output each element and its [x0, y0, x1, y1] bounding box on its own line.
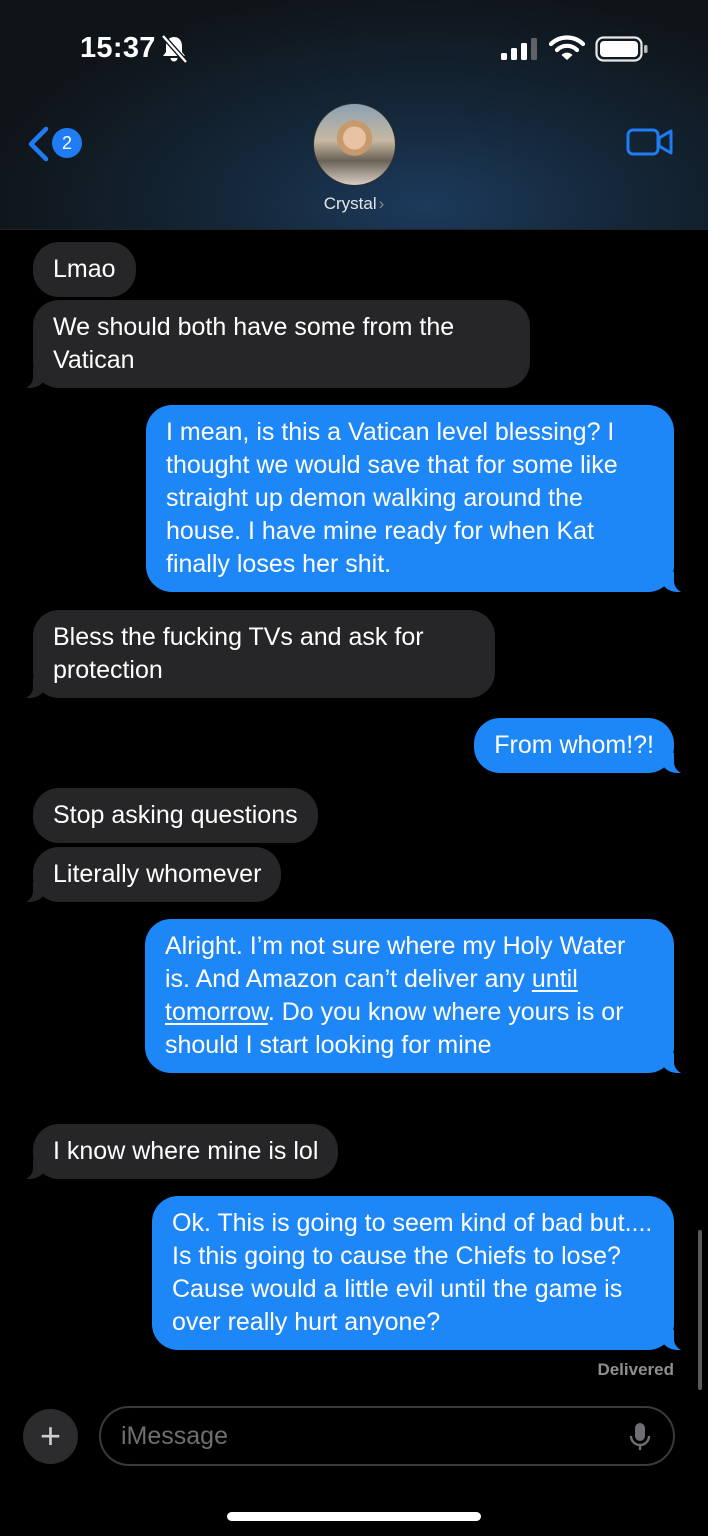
- back-button[interactable]: 2: [24, 122, 84, 162]
- message-text: I know where mine is lol: [53, 1137, 319, 1165]
- message-text: Lmao: [53, 255, 116, 283]
- video-camera-icon[interactable]: [626, 126, 674, 158]
- message-text: Literally whomever: [53, 860, 262, 888]
- unread-badge: 2: [52, 128, 82, 158]
- bell-off-icon: [161, 34, 188, 64]
- contact-avatar[interactable]: [313, 103, 396, 186]
- wifi-icon: [549, 35, 585, 60]
- signal-icon: [501, 38, 537, 60]
- scrollbar[interactable]: [698, 1230, 702, 1390]
- battery-icon: [595, 36, 648, 62]
- home-indicator[interactable]: [227, 1512, 481, 1521]
- message-input-placeholder: iMessage: [121, 1422, 228, 1450]
- status-bar: 15:37: [0, 30, 708, 70]
- message-input[interactable]: iMessage: [99, 1406, 675, 1466]
- back-chevron-icon: [28, 126, 49, 162]
- message-received[interactable]: Stop asking questions: [33, 788, 318, 843]
- plus-icon: +: [39, 1415, 62, 1456]
- message-text: From whom!?!: [494, 731, 654, 759]
- chevron-right-icon: ›: [378, 194, 385, 213]
- message-received[interactable]: I know where mine is lol: [18, 1124, 339, 1180]
- message-sent[interactable]: I mean, is this a Vatican level blessing…: [146, 405, 688, 593]
- message-text: Stop asking questions: [53, 801, 298, 829]
- microphone-icon[interactable]: [629, 1422, 651, 1452]
- message-sent[interactable]: Alright. I’m not sure where my Holy Wate…: [145, 919, 688, 1074]
- add-attachment-button[interactable]: +: [23, 1409, 78, 1464]
- message-sent[interactable]: Ok. This is going to seem kind of bad bu…: [152, 1196, 688, 1351]
- contact-name-label: Crystal: [323, 194, 377, 213]
- message-text: Ok. This is going to seem kind of bad bu…: [172, 1209, 653, 1336]
- contact-name[interactable]: Crystal ›: [0, 194, 708, 214]
- message-sent[interactable]: From whom!?!: [474, 718, 688, 774]
- message-text: Bless the fucking TVs and ask for protec…: [53, 623, 424, 684]
- message-text: We should both have some from the Vatica…: [53, 313, 455, 374]
- delivery-status: Delivered: [597, 1360, 674, 1379]
- status-time: 15:37: [80, 32, 156, 64]
- message-received[interactable]: Literally whomever: [18, 847, 282, 903]
- conversation-header: 15:37 2 Crystal ›: [0, 0, 708, 230]
- message-received[interactable]: Lmao: [33, 242, 136, 297]
- message-text: I mean, is this a Vatican level blessing…: [166, 418, 618, 578]
- message-received[interactable]: Bless the fucking TVs and ask for protec…: [19, 610, 495, 699]
- message-received[interactable]: We should both have some from the Vatica…: [19, 300, 530, 389]
